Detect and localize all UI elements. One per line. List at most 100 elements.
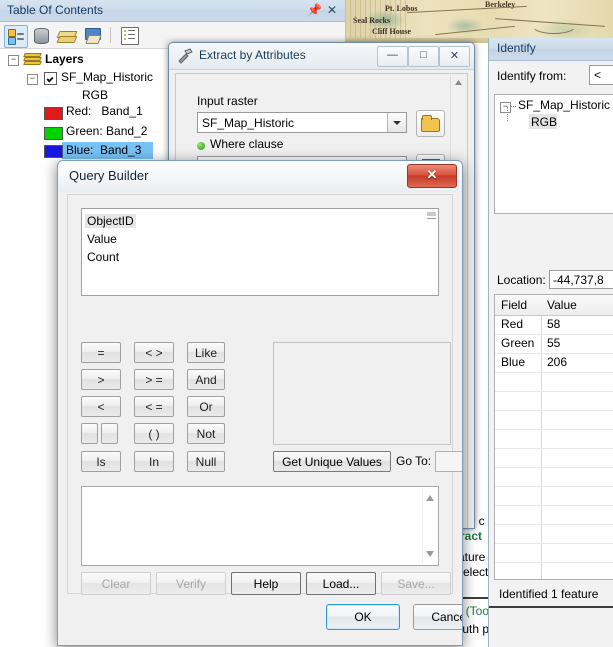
minimize-button[interactable]: — <box>377 46 408 67</box>
band-value-green: Band_2 <box>106 124 148 138</box>
eba-title-label: Extract by Attributes <box>199 48 306 62</box>
go-to-input[interactable] <box>435 451 462 472</box>
verify-button[interactable]: Verify <box>156 572 226 595</box>
open-folder-button[interactable] <box>416 110 445 137</box>
identify-layer-label[interactable]: SF_Map_Historic <box>518 98 610 112</box>
or-button[interactable]: Or <box>187 396 225 417</box>
query-builder-dialog[interactable]: Query Builder ✕ ObjectID Value Count = <… <box>57 160 463 646</box>
band-label-blue[interactable]: Blue: Band_3 <box>66 143 141 157</box>
equals-button[interactable]: = <box>81 342 121 363</box>
band-color-swatch-blue[interactable] <box>44 145 63 158</box>
identify-from-combo[interactable]: < <box>589 65 613 85</box>
map-canvas[interactable]: Pt. Lobos Seal Rocks Cliff House Berkele… <box>345 0 613 38</box>
input-raster-value: SF_Map_Historic <box>202 116 295 130</box>
list-item[interactable]: Count <box>87 250 119 264</box>
identify-results-tree[interactable]: − SF_Map_Historic RGB <box>494 94 613 214</box>
list-item[interactable]: Value <box>87 232 117 246</box>
in-button[interactable]: In <box>134 451 174 472</box>
tree-connector <box>507 107 530 121</box>
map-label: Berkeley <box>485 0 516 9</box>
table-row[interactable] <box>495 505 613 525</box>
cancel-button[interactable]: Cancel <box>413 604 462 630</box>
expander-layers[interactable]: − <box>8 55 19 66</box>
table-row[interactable] <box>495 562 613 579</box>
sidebar-item-sf-map-historic[interactable]: SF_Map_Historic <box>61 70 153 84</box>
table-row[interactable] <box>495 372 613 392</box>
cell-value: 55 <box>547 336 561 350</box>
close-button[interactable]: ✕ <box>407 164 457 188</box>
not-equals-button[interactable]: < > <box>134 342 174 363</box>
expander-sf-map-historic[interactable]: − <box>27 74 38 85</box>
not-button[interactable]: Not <box>187 423 225 444</box>
expression-scrollbar[interactable] <box>422 488 437 564</box>
table-row[interactable] <box>495 429 613 449</box>
like-button[interactable]: Like <box>187 342 225 363</box>
list-item[interactable]: ObjectID <box>85 214 136 228</box>
scroll-up-icon[interactable] <box>425 491 435 505</box>
layer-visibility-checkbox[interactable] <box>44 72 57 85</box>
options-icon[interactable] <box>118 25 140 46</box>
band-label-red[interactable]: Red: Band_1 <box>66 104 143 118</box>
identify-attribute-table[interactable]: Field Value Red 58 Green 55 Blue 206 <box>494 294 613 580</box>
chevron-down-icon[interactable] <box>387 113 406 132</box>
list-by-drawing-order-icon[interactable] <box>4 25 28 48</box>
save-button[interactable]: Save... <box>381 572 451 595</box>
table-row[interactable] <box>495 410 613 430</box>
input-raster-label: Input raster <box>197 94 258 108</box>
maximize-button[interactable]: □ <box>408 46 439 67</box>
table-row[interactable]: Blue 206 <box>495 353 613 373</box>
clear-button[interactable]: Clear <box>81 572 151 595</box>
is-button[interactable]: Is <box>81 451 121 472</box>
close-button[interactable]: ✕ <box>439 46 470 67</box>
list-by-source-icon[interactable] <box>30 25 52 46</box>
underscore-wildcard-button[interactable] <box>101 423 118 444</box>
pin-icon[interactable]: 📌 <box>307 3 322 17</box>
app-root: Pt. Lobos Seal Rocks Cliff House Berkele… <box>0 0 613 647</box>
ok-button[interactable]: OK <box>326 604 400 630</box>
close-icon: ✕ <box>426 167 438 182</box>
hammer-tool-icon <box>177 48 193 64</box>
list-by-visibility-icon[interactable] <box>56 25 78 46</box>
list-by-selection-icon[interactable] <box>82 25 104 46</box>
greater-than-button[interactable]: > <box>81 369 121 390</box>
table-row[interactable] <box>495 467 613 487</box>
table-row[interactable] <box>495 391 613 411</box>
location-input[interactable]: -44,737,8 <box>549 270 613 289</box>
toc-root-label[interactable]: Layers <box>45 52 84 66</box>
load-button[interactable]: Load... <box>306 572 376 595</box>
close-icon[interactable]: ✕ <box>325 3 339 17</box>
console-line: ract <box>460 529 483 543</box>
cell-value: 58 <box>547 317 561 331</box>
table-row[interactable] <box>495 543 613 563</box>
field-list-scrollbar[interactable] <box>426 210 437 295</box>
scroll-thumb[interactable] <box>427 212 436 216</box>
table-row[interactable] <box>495 486 613 506</box>
table-row[interactable]: Green 55 <box>495 334 613 354</box>
get-unique-values-button[interactable]: Get Unique Values <box>273 451 391 472</box>
help-button[interactable]: Help <box>231 572 301 595</box>
identify-child-label[interactable]: RGB <box>531 115 557 129</box>
toc-renderer-label[interactable]: RGB <box>82 88 108 102</box>
band-label-green[interactable]: Green: Band_2 <box>66 124 147 138</box>
unique-values-list[interactable] <box>273 342 451 445</box>
less-than-button[interactable]: < <box>81 396 121 417</box>
and-button[interactable]: And <box>187 369 225 390</box>
null-button[interactable]: Null <box>187 451 225 472</box>
percent-wildcard-button[interactable] <box>81 423 98 444</box>
scroll-down-icon[interactable] <box>425 547 435 561</box>
field-list[interactable]: ObjectID Value Count <box>81 208 439 296</box>
cell-value: 206 <box>547 355 568 369</box>
parentheses-button[interactable]: ( ) <box>134 423 174 444</box>
greater-equal-button[interactable]: > = <box>134 369 174 390</box>
scroll-up-icon[interactable] <box>453 77 464 88</box>
map-contour <box>530 14 578 34</box>
band-color-swatch-green[interactable] <box>44 127 63 140</box>
input-raster-combo[interactable]: SF_Map_Historic <box>197 112 407 133</box>
less-equal-button[interactable]: < = <box>134 396 174 417</box>
table-row[interactable] <box>495 448 613 468</box>
band-color-swatch-red[interactable] <box>44 107 63 120</box>
table-row[interactable] <box>495 524 613 544</box>
table-row[interactable]: Red 58 <box>495 315 613 335</box>
cell-field: Blue <box>501 355 526 369</box>
expression-textarea[interactable] <box>81 486 439 566</box>
